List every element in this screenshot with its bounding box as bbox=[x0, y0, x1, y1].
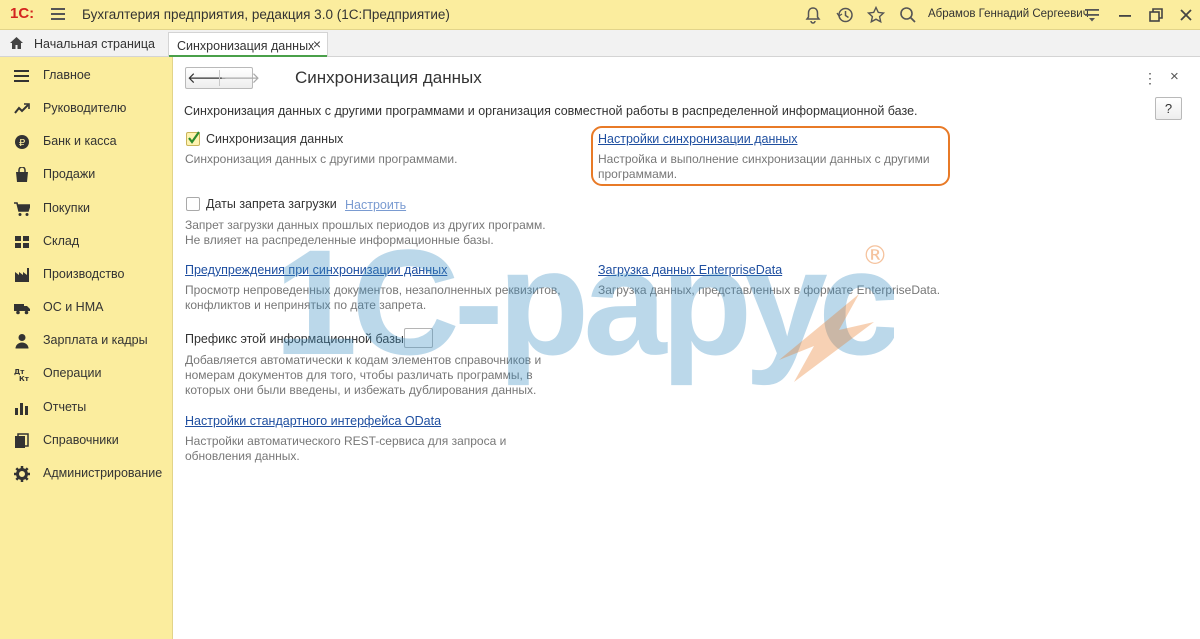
cart-icon bbox=[14, 202, 30, 216]
svg-text:₽: ₽ bbox=[19, 138, 26, 149]
ban-dates-hint-1: Запрет загрузки данных прошлых периодов … bbox=[185, 218, 546, 232]
sidebar-item-label: Покупки bbox=[43, 201, 91, 215]
sidebar: Главное Руководителю ₽ Банк и касса Прод… bbox=[0, 57, 173, 639]
bar-chart-icon bbox=[15, 403, 28, 415]
sync-hint: Синхронизация данных с другими программа… bbox=[185, 152, 458, 166]
shopping-bag-icon bbox=[16, 167, 28, 182]
enterprise-data-hint: Загрузка данных, представленных в формат… bbox=[598, 283, 941, 297]
tab-bar: Начальная страница Синхронизация данных … bbox=[0, 30, 1200, 57]
ban-dates-label[interactable]: Даты запрета загрузки bbox=[206, 197, 337, 211]
forward-arrow-icon[interactable]: 🡒 bbox=[220, 69, 260, 88]
prefix-input[interactable] bbox=[404, 328, 433, 348]
bell-icon[interactable] bbox=[803, 5, 823, 25]
sidebar-item-administration[interactable]: Администрирование bbox=[0, 459, 172, 489]
close-form-icon[interactable]: × bbox=[1170, 68, 1179, 85]
search-icon[interactable] bbox=[898, 5, 918, 25]
form-description: Синхронизация данных с другими программа… bbox=[184, 104, 918, 118]
sidebar-item-label: Операции bbox=[43, 366, 102, 380]
checkmark-icon bbox=[188, 131, 200, 144]
sync-checkbox[interactable] bbox=[186, 131, 200, 146]
odata-link[interactable]: Настройки стандартного интерфейса OData bbox=[185, 414, 441, 428]
prefix-label: Префикс этой информационной базы: bbox=[185, 332, 408, 346]
sidebar-item-label: Банк и касса bbox=[43, 134, 117, 148]
nav-buttons: 🡐 🡒 bbox=[185, 67, 260, 89]
home-icon bbox=[10, 37, 23, 49]
odata-hint-1: Настройки автоматического REST-сервиса д… bbox=[185, 434, 507, 448]
gear-icon bbox=[14, 466, 30, 482]
tab-home-label: Начальная страница bbox=[34, 37, 155, 51]
sidebar-item-bank[interactable]: ₽ Банк и касса bbox=[0, 127, 172, 157]
warnings-link[interactable]: Предупреждения при синхронизации данных bbox=[185, 263, 447, 277]
sidebar-item-sales[interactable]: Продажи bbox=[0, 160, 172, 190]
ban-dates-configure-link[interactable]: Настроить bbox=[345, 198, 406, 212]
sidebar-item-payroll[interactable]: Зарплата и кадры bbox=[0, 326, 172, 356]
sync-label[interactable]: Синхронизация данных bbox=[206, 132, 343, 146]
sync-settings-hint-2: программами. bbox=[598, 167, 678, 181]
close-tab-icon[interactable]: × bbox=[313, 36, 321, 52]
sidebar-item-label: Зарплата и кадры bbox=[43, 333, 148, 347]
sidebar-item-directories[interactable]: Справочники bbox=[0, 426, 172, 456]
svg-text:Кт: Кт bbox=[19, 375, 30, 382]
more-options-icon[interactable]: ⋮ bbox=[1143, 70, 1157, 87]
prefix-hint-2: номерам документов для того, чтобы разли… bbox=[185, 368, 533, 382]
sidebar-item-fixed-assets[interactable]: ОС и НМА bbox=[0, 293, 172, 323]
title-bar: 1С: Бухгалтерия предприятия, редакция 3.… bbox=[0, 0, 1200, 30]
restore-icon[interactable] bbox=[1146, 5, 1166, 25]
tab-home[interactable]: Начальная страница bbox=[0, 30, 165, 56]
dt-kt-icon: ДтКт bbox=[14, 368, 30, 382]
form-area: 🡐 🡒 Синхронизация данных ⋮ × ? Синхрониз… bbox=[174, 57, 1200, 639]
watermark-registered: ® bbox=[862, 242, 888, 271]
prefix-hint-1: Добавляется автоматически к кодам элемен… bbox=[185, 353, 542, 367]
sidebar-item-production[interactable]: Производство bbox=[0, 260, 172, 290]
user-name[interactable]: Абрамов Геннадий Сергеевич bbox=[928, 8, 1089, 20]
main-menu-icon[interactable] bbox=[51, 7, 67, 21]
app-logo: 1С: bbox=[10, 5, 35, 22]
person-icon bbox=[15, 334, 29, 349]
back-arrow-icon[interactable]: 🡐 bbox=[187, 69, 227, 88]
sidebar-item-label: Склад bbox=[43, 234, 80, 248]
sidebar-item-label: ОС и НМА bbox=[43, 300, 104, 314]
odata-hint-2: обновления данных. bbox=[185, 449, 300, 463]
ban-dates-hint-2: Не влияет на распределенные информационн… bbox=[185, 233, 494, 247]
factory-icon bbox=[15, 268, 29, 282]
ruble-coin-icon: ₽ bbox=[15, 135, 29, 149]
sidebar-item-label: Отчеты bbox=[43, 400, 87, 414]
warehouse-icon bbox=[15, 236, 29, 248]
settings-menu-icon[interactable] bbox=[1082, 5, 1102, 25]
sidebar-item-label: Продажи bbox=[43, 167, 96, 181]
sync-settings-hint-1: Настройка и выполнение синхронизации дан… bbox=[598, 152, 930, 166]
sidebar-item-main[interactable]: Главное bbox=[0, 61, 172, 91]
trend-icon bbox=[14, 103, 30, 114]
sidebar-item-purchases[interactable]: Покупки bbox=[0, 194, 172, 224]
sidebar-item-label: Главное bbox=[43, 68, 91, 82]
tab-sync[interactable]: Синхронизация данных × bbox=[168, 32, 328, 57]
truck-icon bbox=[14, 304, 30, 315]
watermark-bolt-icon bbox=[779, 294, 874, 382]
sidebar-item-label: Руководителю bbox=[43, 101, 127, 115]
sidebar-item-label: Производство bbox=[43, 267, 125, 281]
history-icon[interactable] bbox=[835, 5, 855, 25]
sidebar-item-label: Администрирование bbox=[43, 466, 163, 480]
sidebar-item-warehouse[interactable]: Склад bbox=[0, 227, 172, 257]
warnings-hint-1: Просмотр непроведенных документов, незап… bbox=[185, 283, 561, 297]
star-icon[interactable] bbox=[866, 5, 886, 25]
warnings-hint-2: конфликтов и непринятых по дате запрета. bbox=[185, 298, 427, 312]
sidebar-item-manager[interactable]: Руководителю bbox=[0, 94, 172, 124]
prefix-hint-3: которых они были введены, и избежать дуб… bbox=[185, 383, 537, 397]
enterprise-data-link[interactable]: Загрузка данных EnterpriseData bbox=[598, 263, 782, 277]
menu-lines-icon bbox=[14, 70, 29, 82]
sync-settings-link[interactable]: Настройки синхронизации данных bbox=[598, 132, 798, 146]
sidebar-item-reports[interactable]: Отчеты bbox=[0, 393, 172, 423]
help-button[interactable]: ? bbox=[1155, 97, 1182, 120]
sidebar-item-label: Справочники bbox=[43, 433, 119, 447]
tab-sync-label: Синхронизация данных bbox=[177, 39, 315, 53]
sidebar-item-operations[interactable]: Дт Кт Операции bbox=[0, 359, 172, 389]
ban-dates-checkbox[interactable] bbox=[186, 197, 200, 211]
minimize-icon[interactable] bbox=[1115, 5, 1135, 25]
page-title: Синхронизация данных bbox=[295, 68, 482, 87]
window-title: Бухгалтерия предприятия, редакция 3.0 (1… bbox=[82, 7, 450, 22]
books-icon bbox=[15, 433, 29, 448]
close-window-icon[interactable] bbox=[1176, 5, 1196, 25]
